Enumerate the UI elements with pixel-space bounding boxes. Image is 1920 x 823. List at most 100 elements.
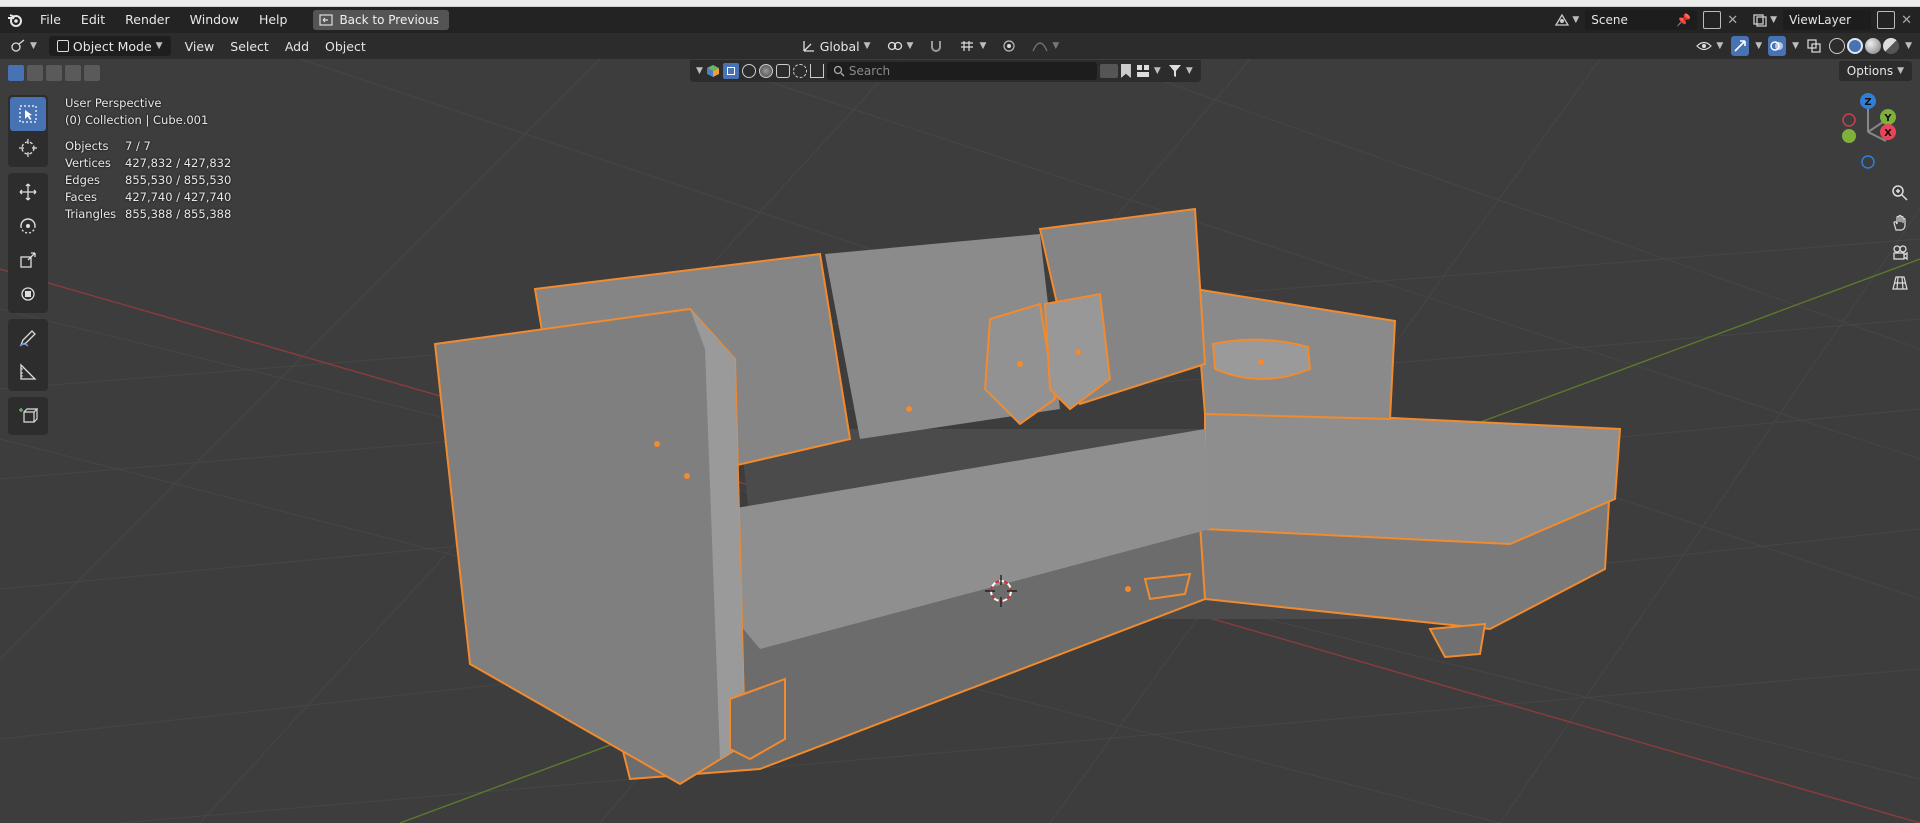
navigation-buttons bbox=[1886, 179, 1914, 299]
remove-scene-icon[interactable]: ✕ bbox=[1727, 13, 1738, 28]
gizmo-arrow-icon bbox=[1734, 40, 1747, 52]
sofa-model[interactable] bbox=[433, 207, 1622, 786]
navigation-gizmo[interactable]: Z Y X bbox=[1838, 92, 1898, 172]
pin-icon[interactable]: 📌 bbox=[1676, 13, 1691, 27]
collapse-chevron-icon[interactable]: ▼ bbox=[696, 66, 703, 76]
viewport-header: ▼ Object Mode ▼ View Select Add Object G… bbox=[0, 33, 1920, 59]
mode-selector[interactable]: Object Mode ▼ bbox=[48, 36, 171, 56]
pivot-point-selector[interactable]: ▼ bbox=[879, 36, 922, 56]
select-invert-icon[interactable] bbox=[65, 65, 81, 81]
menu-object[interactable]: Object bbox=[317, 36, 374, 56]
menu-edit[interactable]: Edit bbox=[71, 7, 115, 33]
brush-filter-icon[interactable] bbox=[809, 64, 824, 78]
menu-view[interactable]: View bbox=[177, 36, 223, 56]
asset-search-bar: ▼ ▼ ▼ bbox=[690, 60, 1201, 82]
proportional-editing-toggle[interactable] bbox=[994, 36, 1024, 56]
tool-group-transform bbox=[8, 173, 48, 313]
display-mode-selector[interactable]: ▼ bbox=[1134, 61, 1163, 81]
neg-x-axis-icon[interactable] bbox=[1842, 113, 1856, 127]
new-scene-icon[interactable] bbox=[1703, 11, 1722, 29]
annotate-tool[interactable] bbox=[10, 321, 46, 355]
material-preview-icon[interactable] bbox=[1865, 38, 1882, 54]
overlays-dropdown-icon[interactable]: ▼ bbox=[1792, 41, 1799, 51]
falloff-selector[interactable]: ▼ bbox=[1024, 36, 1067, 56]
wireframe-shading-icon[interactable] bbox=[1829, 38, 1846, 54]
select-box-tool[interactable] bbox=[10, 97, 46, 131]
eye-icon bbox=[1696, 41, 1713, 51]
zoom-icon[interactable] bbox=[1886, 179, 1914, 207]
overlays-toggle[interactable] bbox=[1768, 36, 1787, 56]
stat-row-faces: Faces 427,740 / 427,740 bbox=[65, 190, 232, 204]
new-view-layer-icon[interactable] bbox=[1877, 11, 1896, 29]
scene-name: Scene bbox=[1591, 13, 1628, 27]
camera-view-icon[interactable] bbox=[1886, 239, 1914, 267]
search-icon bbox=[833, 65, 845, 77]
menu-file[interactable]: File bbox=[30, 7, 71, 33]
scene-field[interactable]: Scene 📌 bbox=[1585, 10, 1698, 30]
pencil-icon bbox=[19, 330, 36, 347]
viewport-info: User Perspective (0) Collection | Cube.0… bbox=[65, 95, 208, 129]
clear-filter-icon[interactable] bbox=[1099, 64, 1118, 78]
world-filter-icon[interactable] bbox=[758, 64, 773, 78]
light-filter-icon[interactable] bbox=[792, 64, 807, 78]
menu-window[interactable]: Window bbox=[180, 7, 249, 33]
perspective-label: User Perspective bbox=[65, 96, 162, 110]
select-subtract-icon[interactable] bbox=[46, 65, 62, 81]
search-input[interactable] bbox=[826, 62, 1097, 80]
neg-z-axis-icon[interactable] bbox=[1861, 155, 1875, 169]
svg-text:X: X bbox=[1884, 128, 1892, 139]
gizmo-dropdown-icon[interactable]: ▼ bbox=[1755, 41, 1762, 51]
scale-tool[interactable] bbox=[10, 243, 46, 277]
view-layer-selector-icon[interactable]: ▼ bbox=[1752, 13, 1777, 27]
select-box-icon[interactable] bbox=[722, 63, 739, 79]
gizmo-toggle[interactable] bbox=[1731, 36, 1750, 56]
visibility-selector[interactable]: ▼ bbox=[1694, 36, 1725, 56]
viewport-display-controls: ▼ ▼ ▼ ▼ bbox=[1694, 36, 1912, 56]
menu-render[interactable]: Render bbox=[115, 7, 180, 33]
remove-view-layer-icon[interactable]: ✕ bbox=[1901, 13, 1912, 28]
tool-group-annotate bbox=[8, 319, 48, 391]
options-button[interactable]: Options ▼ bbox=[1838, 61, 1912, 81]
shading-dropdown-icon[interactable]: ▼ bbox=[1905, 41, 1912, 51]
select-extend-icon[interactable] bbox=[27, 65, 43, 81]
neg-y-axis-icon[interactable] bbox=[1842, 129, 1856, 143]
cube-filter-icon[interactable] bbox=[706, 64, 720, 78]
node-filter-icon[interactable] bbox=[775, 64, 790, 78]
transform-tool[interactable] bbox=[10, 277, 46, 311]
transform-icon bbox=[21, 287, 35, 301]
snap-toggle[interactable] bbox=[921, 36, 951, 56]
xray-toggle[interactable] bbox=[1805, 36, 1823, 56]
snap-target-selector[interactable]: ▼ bbox=[951, 36, 994, 56]
select-intersect-icon[interactable] bbox=[84, 65, 100, 81]
menu-select[interactable]: Select bbox=[222, 36, 277, 56]
rendered-shading-icon[interactable] bbox=[1883, 38, 1900, 54]
3d-viewport[interactable]: ▼ ▼ ▼ Options ▼ bbox=[0, 59, 1920, 823]
pan-hand-icon[interactable] bbox=[1886, 209, 1914, 237]
options-label: Options bbox=[1846, 64, 1894, 78]
menu-help[interactable]: Help bbox=[249, 7, 298, 33]
editor-type-button[interactable]: ▼ bbox=[0, 36, 45, 56]
view-layer-field[interactable]: ViewLayer bbox=[1783, 10, 1872, 30]
list-view-icon bbox=[1136, 65, 1149, 77]
menu-add[interactable]: Add bbox=[277, 36, 317, 56]
solid-shading-icon[interactable] bbox=[1847, 38, 1864, 54]
3d-cursor-tool-icon bbox=[19, 139, 37, 157]
move-tool[interactable] bbox=[10, 175, 46, 209]
back-to-previous-button[interactable]: Back to Previous bbox=[313, 10, 449, 30]
stat-row-triangles: Triangles 855,388 / 855,388 bbox=[65, 207, 232, 221]
rotate-tool[interactable] bbox=[10, 209, 46, 243]
overlay-circles-icon bbox=[1770, 41, 1784, 51]
ortho-grid-icon[interactable] bbox=[1886, 269, 1914, 297]
material-filter-icon[interactable] bbox=[741, 64, 756, 78]
filter-selector[interactable]: ▼ bbox=[1166, 61, 1195, 81]
cursor-tool[interactable] bbox=[10, 131, 46, 165]
scene-selector-icon[interactable]: ▼ bbox=[1554, 13, 1579, 27]
select-new-icon[interactable] bbox=[8, 65, 24, 81]
blender-logo-icon[interactable] bbox=[0, 7, 30, 33]
transform-orientation-selector[interactable]: Global ▼ bbox=[794, 36, 879, 56]
screen-icon bbox=[319, 14, 334, 26]
add-cube-tool[interactable] bbox=[10, 399, 46, 433]
measure-tool[interactable] bbox=[10, 355, 46, 389]
funnel-icon bbox=[1168, 65, 1181, 77]
bookmark-icon[interactable] bbox=[1120, 64, 1131, 78]
